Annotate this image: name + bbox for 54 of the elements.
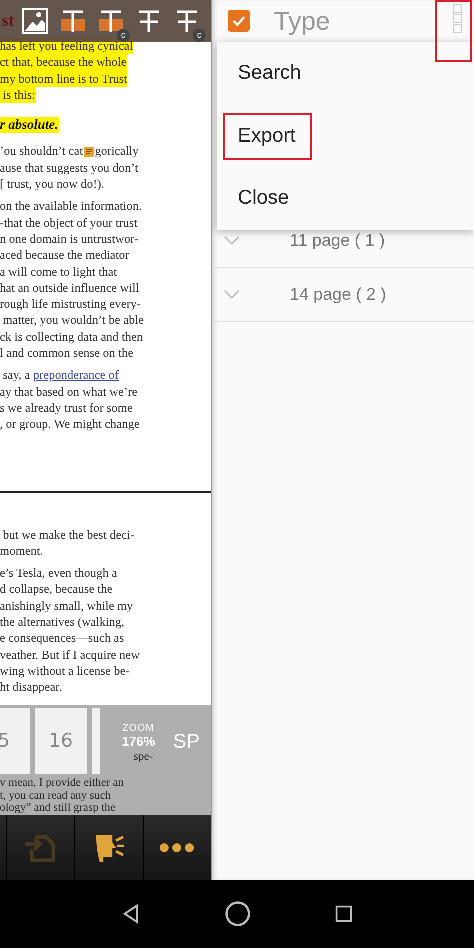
text-line: anishingly small, while my: [0, 598, 134, 614]
text-line: say, a preponderance of: [2, 367, 120, 384]
text-line: matter, you wouldn’t be able: [2, 312, 144, 329]
text-line: l and common sense on the: [0, 345, 134, 362]
home-icon[interactable]: [224, 900, 252, 928]
text-line: d collapse, because the: [0, 581, 113, 598]
text-line: aced because the mediator: [0, 247, 130, 264]
page-thumbnail[interactable]: [92, 708, 100, 774]
text-line: a will come to light that: [0, 264, 118, 280]
select-all-checkbox[interactable]: [228, 10, 250, 32]
strikeout-tool[interactable]: c: [174, 8, 206, 42]
zoom-value: 176%: [122, 734, 156, 749]
copy-badge: c: [117, 29, 130, 42]
text-line: veather. But if I acquire new: [0, 646, 140, 663]
panel-title: Type: [274, 6, 332, 36]
text-line: rough life mistrusting every-: [0, 296, 142, 312]
text-line: ck is collecting data and then: [0, 328, 144, 346]
heading-fragment: st: [2, 11, 16, 31]
annotation-box: Export: [223, 112, 312, 160]
text-line: the alternatives (walking,: [0, 614, 125, 630]
text-line: ause that suggests you don’t: [0, 160, 138, 176]
text-line: ht disappear.: [0, 679, 62, 696]
text-line: [ trust, you now do!).: [0, 176, 105, 192]
text-line: spe-: [134, 751, 154, 763]
zoom-label: ZOOM: [122, 723, 155, 734]
row-label: 14 page ( 2 ): [290, 284, 386, 304]
text-line: ay that based on what we’re: [0, 384, 138, 400]
text-line: v mean, I provide either an: [0, 777, 125, 790]
highlight-tool[interactable]: c: [98, 8, 130, 42]
text-line: -that the object of your trust: [0, 214, 138, 231]
text-line: on the available information.: [0, 198, 142, 215]
note-icon[interactable]: [83, 146, 96, 158]
recent-apps-icon[interactable]: [334, 905, 353, 923]
row-label: 11 page ( 1 ): [290, 230, 386, 250]
text-line: s we already trust for some: [0, 400, 133, 416]
text-line: gorically: [95, 143, 139, 160]
menu-item[interactable]: Export: [217, 104, 474, 168]
text-link[interactable]: preponderance of: [33, 368, 120, 382]
text-line: t, you can read any such: [0, 790, 112, 802]
more-icon[interactable]: [159, 842, 196, 854]
text-line: hat an outside influence will: [0, 280, 140, 296]
text-line: n one domain is untrustwor-: [0, 230, 138, 248]
text-line: moment.: [0, 542, 44, 560]
menu-item[interactable]: Search: [217, 42, 474, 105]
page-group-row[interactable]: 14 page ( 2 ): [212, 268, 474, 322]
text-line: ’ou shouldn’t cat: [0, 143, 84, 160]
section-heading: r absolute.: [0, 117, 59, 134]
text-line: e consequences—such as: [0, 630, 124, 647]
text-line: ology” and still grasp the: [0, 802, 117, 814]
text-line: wing without a license be-: [0, 662, 130, 680]
text-line: , or group. We might change: [0, 416, 140, 433]
copy-badge: c: [193, 29, 206, 42]
text-line: but we make the best deci-: [2, 526, 135, 543]
text-line: e’s Tesla, even though a: [0, 565, 118, 582]
